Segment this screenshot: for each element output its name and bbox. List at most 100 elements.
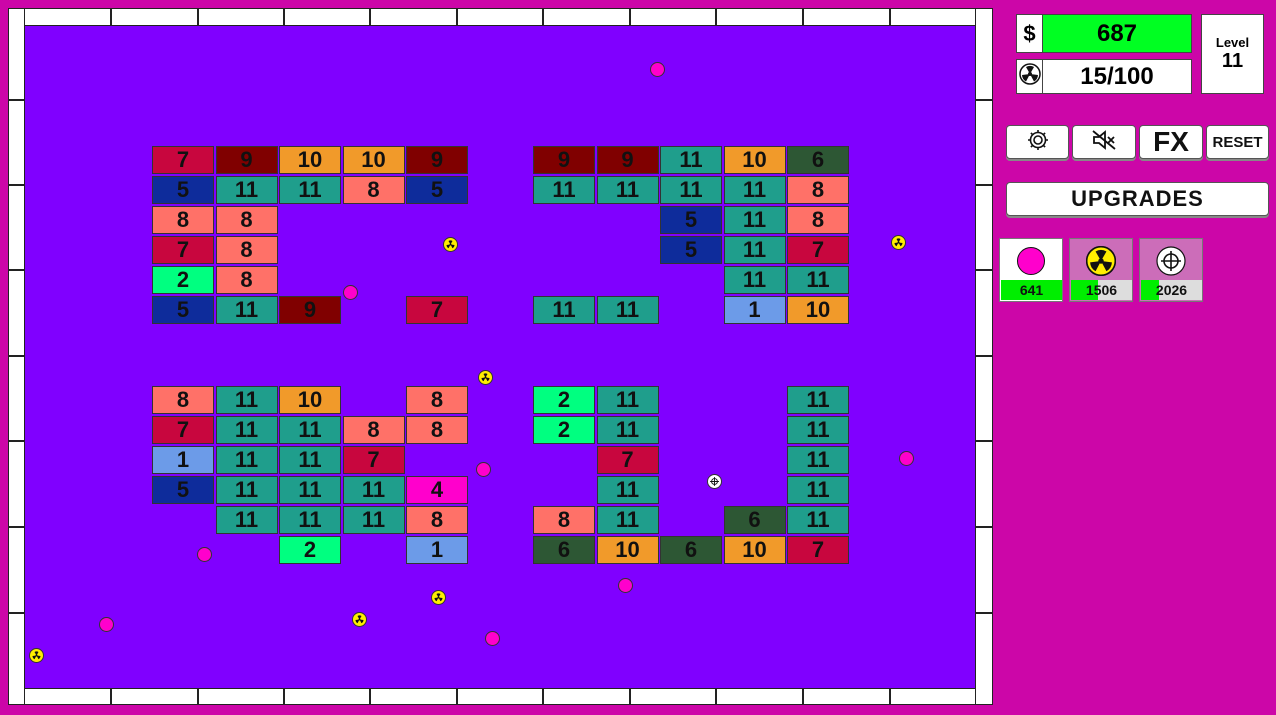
- brick[interactable]: 6: [723, 506, 786, 534]
- brick[interactable]: 11: [787, 446, 849, 474]
- brick[interactable]: 2: [533, 416, 595, 444]
- brick[interactable]: 11: [787, 266, 849, 294]
- brick[interactable]: 11: [596, 296, 659, 324]
- brick[interactable]: 5: [152, 176, 214, 204]
- brick[interactable]: 1: [723, 296, 786, 324]
- brick[interactable]: 11: [533, 176, 595, 204]
- shop-card-sniper-ball[interactable]: 2026: [1139, 238, 1203, 302]
- brick[interactable]: 7: [406, 296, 468, 324]
- brick[interactable]: 9: [215, 146, 278, 174]
- brick[interactable]: 8: [406, 506, 468, 534]
- brick[interactable]: 11: [660, 146, 722, 174]
- brick[interactable]: 11: [787, 476, 849, 504]
- brick[interactable]: 11: [215, 416, 278, 444]
- brick[interactable]: 11: [533, 296, 595, 324]
- play-field[interactable]: 7 9 10 10 9 9 9 11 10 6 5 11 11 8 5 11 11 11 11 8 8 8 5 11 8 7 8 5 1…: [25, 26, 975, 688]
- brick[interactable]: 1: [406, 536, 468, 564]
- brick[interactable]: 11: [342, 476, 405, 504]
- brick[interactable]: 11: [279, 176, 341, 204]
- brick[interactable]: 11: [215, 506, 278, 534]
- brick[interactable]: 8: [342, 176, 405, 204]
- brick[interactable]: 8: [152, 206, 214, 234]
- brick[interactable]: 11: [215, 386, 278, 414]
- brick[interactable]: 10: [279, 146, 341, 174]
- brick[interactable]: 11: [342, 506, 405, 534]
- brick[interactable]: 11: [215, 446, 278, 474]
- brick[interactable]: 7: [152, 236, 214, 264]
- brick[interactable]: 5: [152, 296, 214, 324]
- brick[interactable]: 8: [787, 176, 849, 204]
- brick[interactable]: 11: [723, 176, 786, 204]
- brick[interactable]: 11: [723, 266, 786, 294]
- reset-label: RESET: [1212, 133, 1263, 151]
- brick[interactable]: 7: [152, 146, 214, 174]
- brick[interactable]: 9: [279, 296, 341, 324]
- brick[interactable]: 11: [723, 236, 786, 264]
- brick[interactable]: 4: [406, 476, 468, 504]
- shop-card-nuke-ball[interactable]: 1506: [1069, 238, 1133, 302]
- brick[interactable]: 6: [787, 146, 849, 174]
- brick[interactable]: 10: [723, 536, 786, 564]
- brick[interactable]: 7: [596, 446, 659, 474]
- brick[interactable]: 10: [787, 296, 849, 324]
- brick[interactable]: 2: [152, 266, 214, 294]
- brick[interactable]: 8: [533, 506, 595, 534]
- brick[interactable]: 11: [279, 506, 341, 534]
- nuke-ball: [478, 370, 493, 385]
- brick[interactable]: 2: [279, 536, 341, 564]
- brick[interactable]: 8: [342, 416, 405, 444]
- upgrades-button[interactable]: UPGRADES: [1006, 182, 1269, 216]
- brick[interactable]: 10: [596, 536, 659, 564]
- brick[interactable]: 9: [533, 146, 595, 174]
- brick[interactable]: 11: [279, 446, 341, 474]
- brick[interactable]: 9: [596, 146, 659, 174]
- brick[interactable]: 7: [152, 416, 214, 444]
- brick[interactable]: 9: [406, 146, 468, 174]
- radiation-icon: [1085, 245, 1117, 281]
- brick[interactable]: 11: [660, 176, 722, 204]
- brick[interactable]: 5: [152, 476, 214, 504]
- brick[interactable]: 7: [787, 236, 849, 264]
- brick[interactable]: 8: [787, 206, 849, 234]
- brick[interactable]: 6: [533, 536, 595, 564]
- nuke-ball: [29, 648, 44, 663]
- shop-card-basic-ball[interactable]: 641: [999, 238, 1063, 302]
- settings-button[interactable]: [1006, 125, 1069, 159]
- brick[interactable]: 1: [152, 446, 214, 474]
- brick[interactable]: 7: [787, 536, 849, 564]
- brick[interactable]: 11: [279, 416, 341, 444]
- brick[interactable]: 11: [215, 476, 278, 504]
- brick[interactable]: 8: [406, 416, 468, 444]
- brick[interactable]: 2: [533, 386, 595, 414]
- brick[interactable]: 11: [279, 476, 341, 504]
- brick[interactable]: 8: [215, 266, 278, 294]
- brick[interactable]: 11: [215, 296, 278, 324]
- brick[interactable]: 11: [596, 506, 659, 534]
- mute-button[interactable]: [1072, 125, 1136, 159]
- brick[interactable]: 8: [406, 386, 468, 414]
- brick[interactable]: 11: [787, 386, 849, 414]
- ball-count-value: 15/100: [1080, 62, 1154, 90]
- brick[interactable]: 5: [406, 176, 468, 204]
- brick[interactable]: 8: [215, 206, 278, 234]
- fx-button[interactable]: FX: [1139, 125, 1203, 159]
- brick[interactable]: 11: [596, 416, 659, 444]
- wall-segment: [975, 527, 993, 613]
- brick[interactable]: 10: [342, 146, 405, 174]
- brick[interactable]: 10: [279, 386, 341, 414]
- brick[interactable]: 11: [596, 176, 659, 204]
- brick[interactable]: 8: [215, 236, 278, 264]
- brick[interactable]: 5: [660, 236, 722, 264]
- brick[interactable]: 11: [787, 416, 849, 444]
- brick[interactable]: 6: [660, 536, 722, 564]
- brick[interactable]: 10: [723, 146, 786, 174]
- brick[interactable]: 11: [596, 476, 659, 504]
- brick[interactable]: 5: [660, 206, 722, 234]
- brick[interactable]: 11: [787, 506, 849, 534]
- brick[interactable]: 8: [152, 386, 214, 414]
- brick[interactable]: 7: [342, 446, 405, 474]
- brick[interactable]: 11: [723, 206, 786, 234]
- reset-button[interactable]: RESET: [1206, 125, 1269, 159]
- brick[interactable]: 11: [596, 386, 659, 414]
- brick[interactable]: 11: [215, 176, 278, 204]
